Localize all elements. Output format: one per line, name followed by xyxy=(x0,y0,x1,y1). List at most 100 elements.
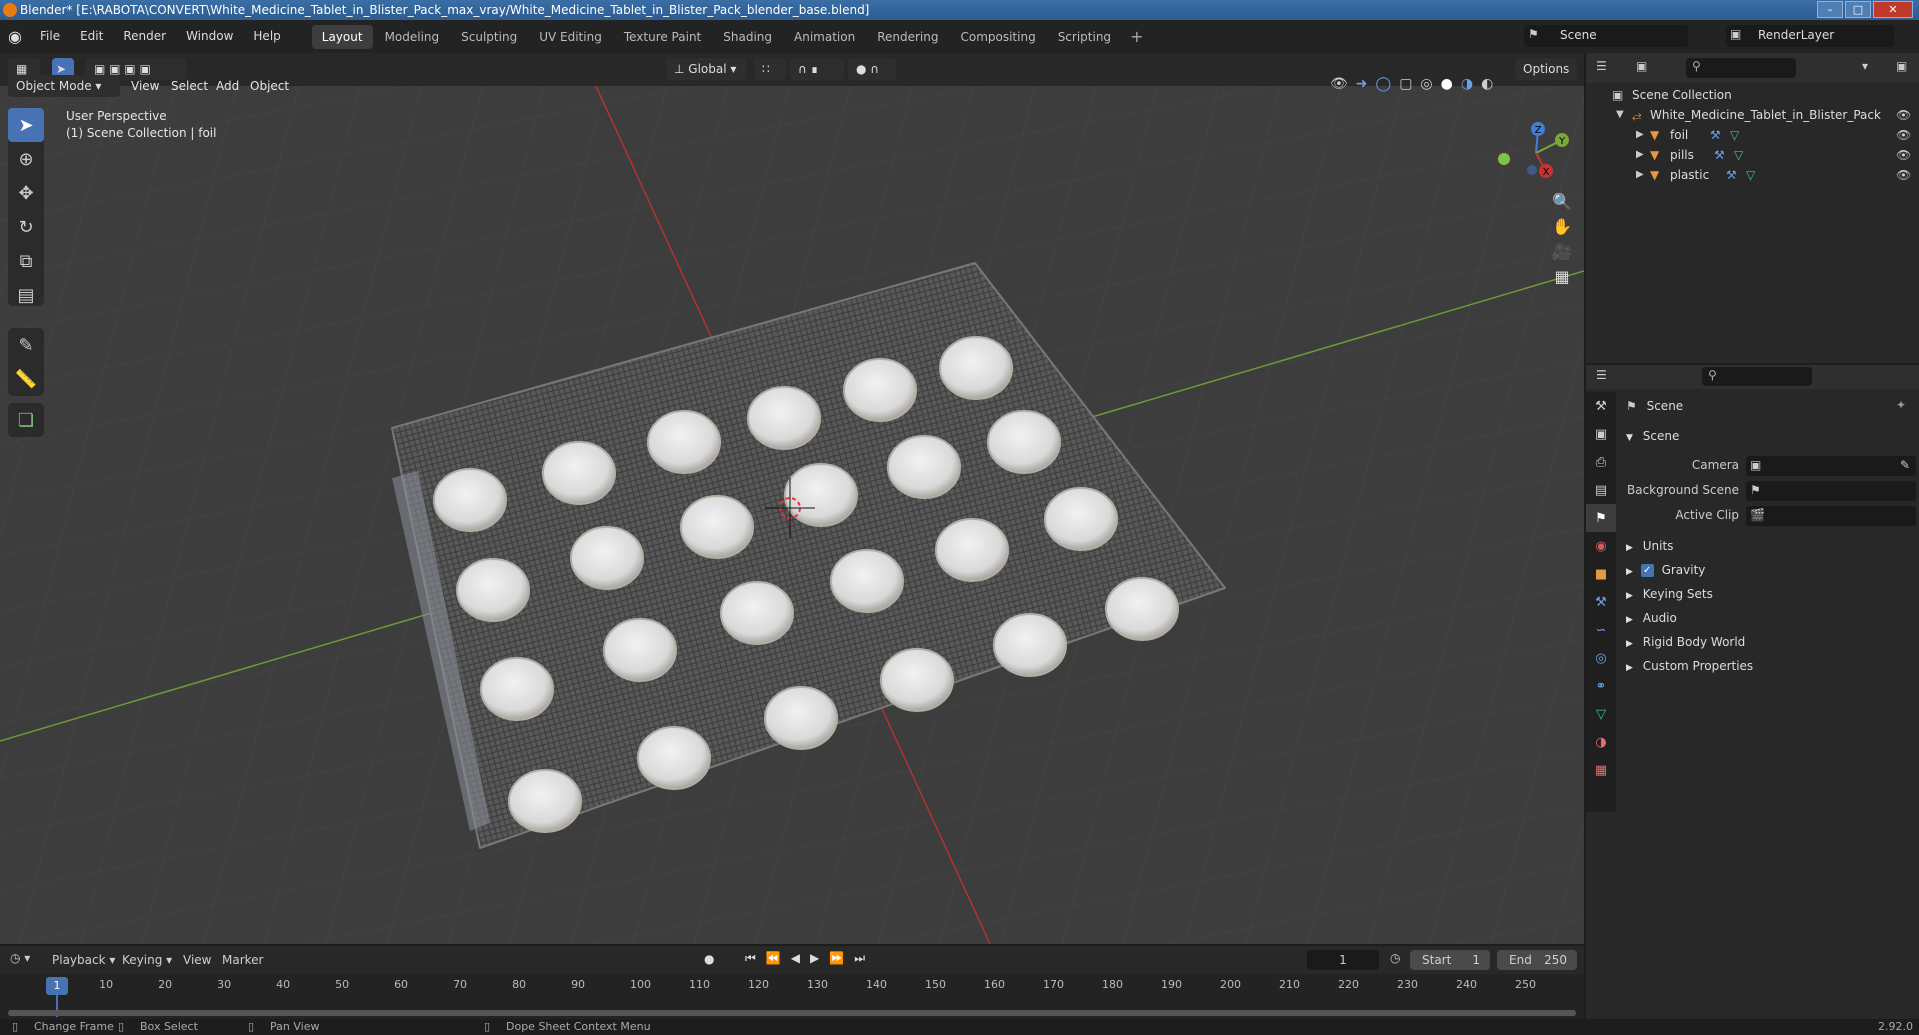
tab-shading[interactable]: Shading xyxy=(713,25,782,49)
expand-arrow-icon[interactable]: ▶ xyxy=(1636,165,1644,185)
pin-icon[interactable]: ✦ xyxy=(1896,398,1906,412)
tab-layout[interactable]: Layout xyxy=(311,24,373,49)
object-tab-icon[interactable]: ■ xyxy=(1586,560,1616,588)
menu-edit[interactable]: Edit xyxy=(70,20,113,53)
record-button[interactable]: ● xyxy=(704,952,714,966)
tab-texture-paint[interactable]: Texture Paint xyxy=(614,25,711,49)
scene-tab-icon[interactable]: ⚑ xyxy=(1586,504,1616,532)
jump-start-icon[interactable]: ⏮ xyxy=(745,951,756,966)
timeline-editor-icon[interactable]: ◷ ▾ xyxy=(10,951,30,965)
cursor-tool[interactable]: ⊕ xyxy=(8,142,44,176)
tool-tab-icon[interactable]: ⚒ xyxy=(1586,392,1616,420)
background-scene-field[interactable] xyxy=(1746,481,1916,501)
visibility-eye-icon[interactable]: 👁 xyxy=(1896,165,1911,185)
world-tab-icon[interactable]: ◉ xyxy=(1586,532,1616,560)
gizmo-toggle-icon[interactable]: ➜ xyxy=(1356,76,1368,98)
gravity-checkbox[interactable]: ✓ xyxy=(1640,564,1654,577)
outliner-search-field[interactable] xyxy=(1686,58,1796,78)
zoom-icon[interactable]: 🔍 xyxy=(1552,192,1572,211)
properties-search-field[interactable] xyxy=(1702,367,1812,386)
select-box-tool[interactable]: ➤ xyxy=(8,108,44,142)
play-reverse-icon[interactable]: ◀ xyxy=(791,951,800,966)
section-keying-sets[interactable]: ▶ Keying Sets xyxy=(1626,583,1713,605)
particles-tab-icon[interactable]: ∽ xyxy=(1586,616,1616,644)
expand-arrow-icon[interactable]: ▶ xyxy=(1636,125,1644,145)
transform-orientation-dropdown[interactable]: ⊥ Global ▾ xyxy=(666,58,746,80)
outliner-row-collection[interactable]: ▼ ⥄ White_Medicine_Tablet_in_Blister_Pac… xyxy=(1586,105,1919,125)
physics-tab-icon[interactable]: ◎ xyxy=(1586,644,1616,672)
options-dropdown[interactable]: Options xyxy=(1515,58,1578,80)
blender-menu-icon[interactable]: ◉ xyxy=(0,27,30,46)
start-frame-field[interactable]: Start 1 xyxy=(1410,950,1490,970)
visibility-eye-icon[interactable]: 👁 xyxy=(1896,145,1911,165)
expand-arrow-icon[interactable]: ▶ xyxy=(1636,145,1644,165)
menu-window[interactable]: Window xyxy=(176,20,243,53)
render-tab-icon[interactable]: ▣ xyxy=(1586,420,1616,448)
camera-field[interactable] xyxy=(1746,456,1916,476)
current-frame-field[interactable]: 1 xyxy=(1307,950,1379,970)
active-clip-field[interactable] xyxy=(1746,506,1916,526)
visibility-icon[interactable]: 👁 xyxy=(1330,76,1348,98)
new-collection-icon[interactable]: ▣ xyxy=(1896,59,1907,73)
scene-selector[interactable]: ⚑ Scene xyxy=(1524,25,1688,47)
data-tab-icon[interactable]: ▽ xyxy=(1586,700,1616,728)
tab-animation[interactable]: Animation xyxy=(784,25,865,49)
texture-tab-icon[interactable]: ▦ xyxy=(1586,756,1616,784)
rotate-tool[interactable]: ↻ xyxy=(8,210,44,244)
section-gravity[interactable]: ▶ ✓ Gravity xyxy=(1626,559,1705,581)
output-tab-icon[interactable]: ⎙ xyxy=(1586,448,1616,476)
scene-panel-header[interactable]: ▼ Scene xyxy=(1626,425,1679,447)
outliner-row-scene-collection[interactable]: ▣ Scene Collection xyxy=(1586,85,1919,105)
3d-viewport[interactable] xyxy=(0,53,1584,944)
viewport-menu-object[interactable]: Object xyxy=(250,79,289,93)
visibility-eye-icon[interactable]: 👁 xyxy=(1896,125,1911,145)
outliner-editor-icon[interactable]: ☰ xyxy=(1596,59,1607,73)
timeline-menu-playback[interactable]: Playback ▾ xyxy=(52,953,115,967)
menu-help[interactable]: Help xyxy=(243,20,290,53)
outliner-row-plastic[interactable]: ▶ ▼ plastic ⚒ ▽ 👁 xyxy=(1586,165,1919,185)
viewport-menu-select[interactable]: Select xyxy=(171,79,208,93)
menu-render[interactable]: Render xyxy=(113,20,176,53)
outliner-row-pills[interactable]: ▶ ▼ pills ⚒ ▽ 👁 xyxy=(1586,145,1919,165)
viewport-menu-view[interactable]: View xyxy=(131,79,159,93)
maximize-button[interactable]: □ xyxy=(1845,1,1871,18)
pivot-point-button[interactable]: ∷ xyxy=(754,58,786,80)
measure-tool[interactable]: 📏 xyxy=(8,362,44,396)
proportional-edit-button[interactable]: ● ∩ xyxy=(848,58,896,80)
overlay-toggle-icon[interactable]: ◯ xyxy=(1376,76,1392,98)
camera-view-icon[interactable]: 🎥 xyxy=(1552,242,1572,261)
section-units[interactable]: ▶ Units xyxy=(1626,535,1673,557)
view-layer-tab-icon[interactable]: ▤ xyxy=(1586,476,1616,504)
constraints-tab-icon[interactable]: ⚭ xyxy=(1586,672,1616,700)
end-frame-field[interactable]: End 250 xyxy=(1497,950,1577,970)
material-shading-icon[interactable]: ◑ xyxy=(1461,76,1473,98)
pan-hand-icon[interactable]: ✋ xyxy=(1552,217,1572,236)
tab-sculpting[interactable]: Sculpting xyxy=(451,25,527,49)
properties-editor-icon[interactable]: ☰ xyxy=(1596,368,1607,382)
annotate-tool[interactable]: ✎ xyxy=(8,328,44,362)
move-tool[interactable]: ✥ xyxy=(8,176,44,210)
expand-arrow-icon[interactable]: ▼ xyxy=(1616,105,1624,125)
section-audio[interactable]: ▶ Audio xyxy=(1626,607,1677,629)
minimize-button[interactable]: – xyxy=(1817,1,1843,18)
render-layer-selector[interactable]: ▣ RenderLayer xyxy=(1726,25,1894,47)
modifier-tab-icon[interactable]: ⚒ xyxy=(1586,588,1616,616)
visibility-eye-icon[interactable]: 👁 xyxy=(1896,105,1911,125)
section-custom-properties[interactable]: ▶ Custom Properties xyxy=(1626,655,1753,677)
navigation-gizmo[interactable]: Z Y X xyxy=(1490,115,1580,195)
outliner-row-foil[interactable]: ▶ ▼ foil ⚒ ▽ 👁 xyxy=(1586,125,1919,145)
rendered-shading-icon[interactable]: ◐ xyxy=(1481,76,1493,98)
wireframe-shading-icon[interactable]: ◎ xyxy=(1420,76,1432,98)
xray-icon[interactable]: ▢ xyxy=(1399,76,1412,98)
close-button[interactable]: ✕ xyxy=(1873,1,1913,18)
timeline-menu-marker[interactable]: Marker xyxy=(222,953,263,967)
viewport-menu-add[interactable]: Add xyxy=(216,79,239,93)
solid-shading-icon[interactable]: ● xyxy=(1441,76,1453,98)
tab-uv-editing[interactable]: UV Editing xyxy=(529,25,612,49)
jump-end-icon[interactable]: ⏭ xyxy=(854,951,865,966)
object-mode-dropdown[interactable]: Object Mode ▾ xyxy=(8,75,120,97)
menu-file[interactable]: File xyxy=(30,20,70,53)
material-tab-icon[interactable]: ◑ xyxy=(1586,728,1616,756)
section-rigid-body-world[interactable]: ▶ Rigid Body World xyxy=(1626,631,1745,653)
scale-tool[interactable]: ⧉ xyxy=(8,244,44,278)
